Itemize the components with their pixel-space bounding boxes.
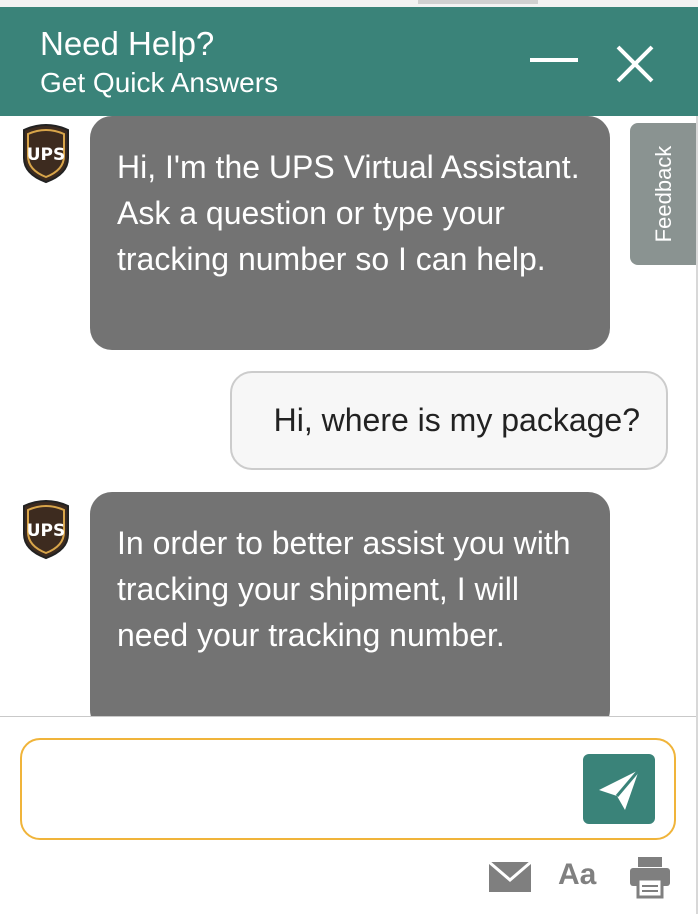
send-button[interactable] [583,754,655,824]
header-subtitle: Get Quick Answers [40,67,279,98]
bot-message: Hi, I'm the UPS Virtual Assistant. Ask a… [90,116,610,350]
feedback-tab[interactable]: Feedback [630,123,698,265]
message-input-box[interactable] [20,738,676,840]
minimize-button[interactable] [528,43,580,77]
font-size-button[interactable]: Aa [558,855,602,895]
bot-message: In order to better assist you with track… [90,492,610,716]
print-button[interactable] [628,855,672,899]
svg-text:UPS: UPS [27,521,66,541]
envelope-icon [488,860,532,892]
user-message: Hi, where is my package? [230,371,668,470]
close-button[interactable] [612,41,658,87]
chat-transcript[interactable]: UPS Hi, I'm the UPS Virtual Assistant. A… [0,116,698,716]
close-icon [616,45,654,83]
chat-header: Need Help? Get Quick Answers [0,7,698,116]
minimize-icon [530,58,578,62]
svg-text:UPS: UPS [27,145,66,165]
ups-logo-icon: UPS [20,122,72,184]
printer-icon [630,857,670,899]
message-input[interactable] [40,760,584,820]
email-transcript-button[interactable] [488,860,532,893]
paper-plane-icon [599,769,641,810]
header-title: Need Help? [40,25,215,62]
chat-footer: Aa [0,716,698,915]
feedback-label: Feedback [651,145,676,243]
ups-logo-icon: UPS [20,498,72,560]
top-strip-segment [418,0,538,4]
